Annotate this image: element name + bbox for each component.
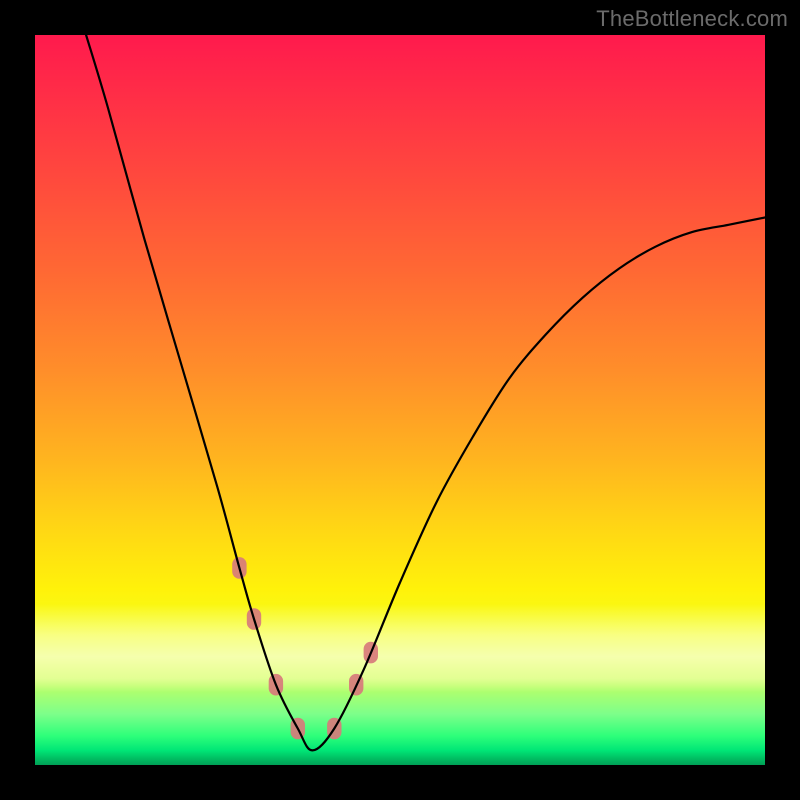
chart-frame: TheBottleneck.com bbox=[0, 0, 800, 800]
plot-area bbox=[35, 35, 765, 765]
curve-svg bbox=[35, 35, 765, 765]
watermark-text: TheBottleneck.com bbox=[596, 6, 788, 32]
bottom-markers-group bbox=[232, 557, 378, 739]
bottleneck-curve-path bbox=[86, 35, 765, 750]
